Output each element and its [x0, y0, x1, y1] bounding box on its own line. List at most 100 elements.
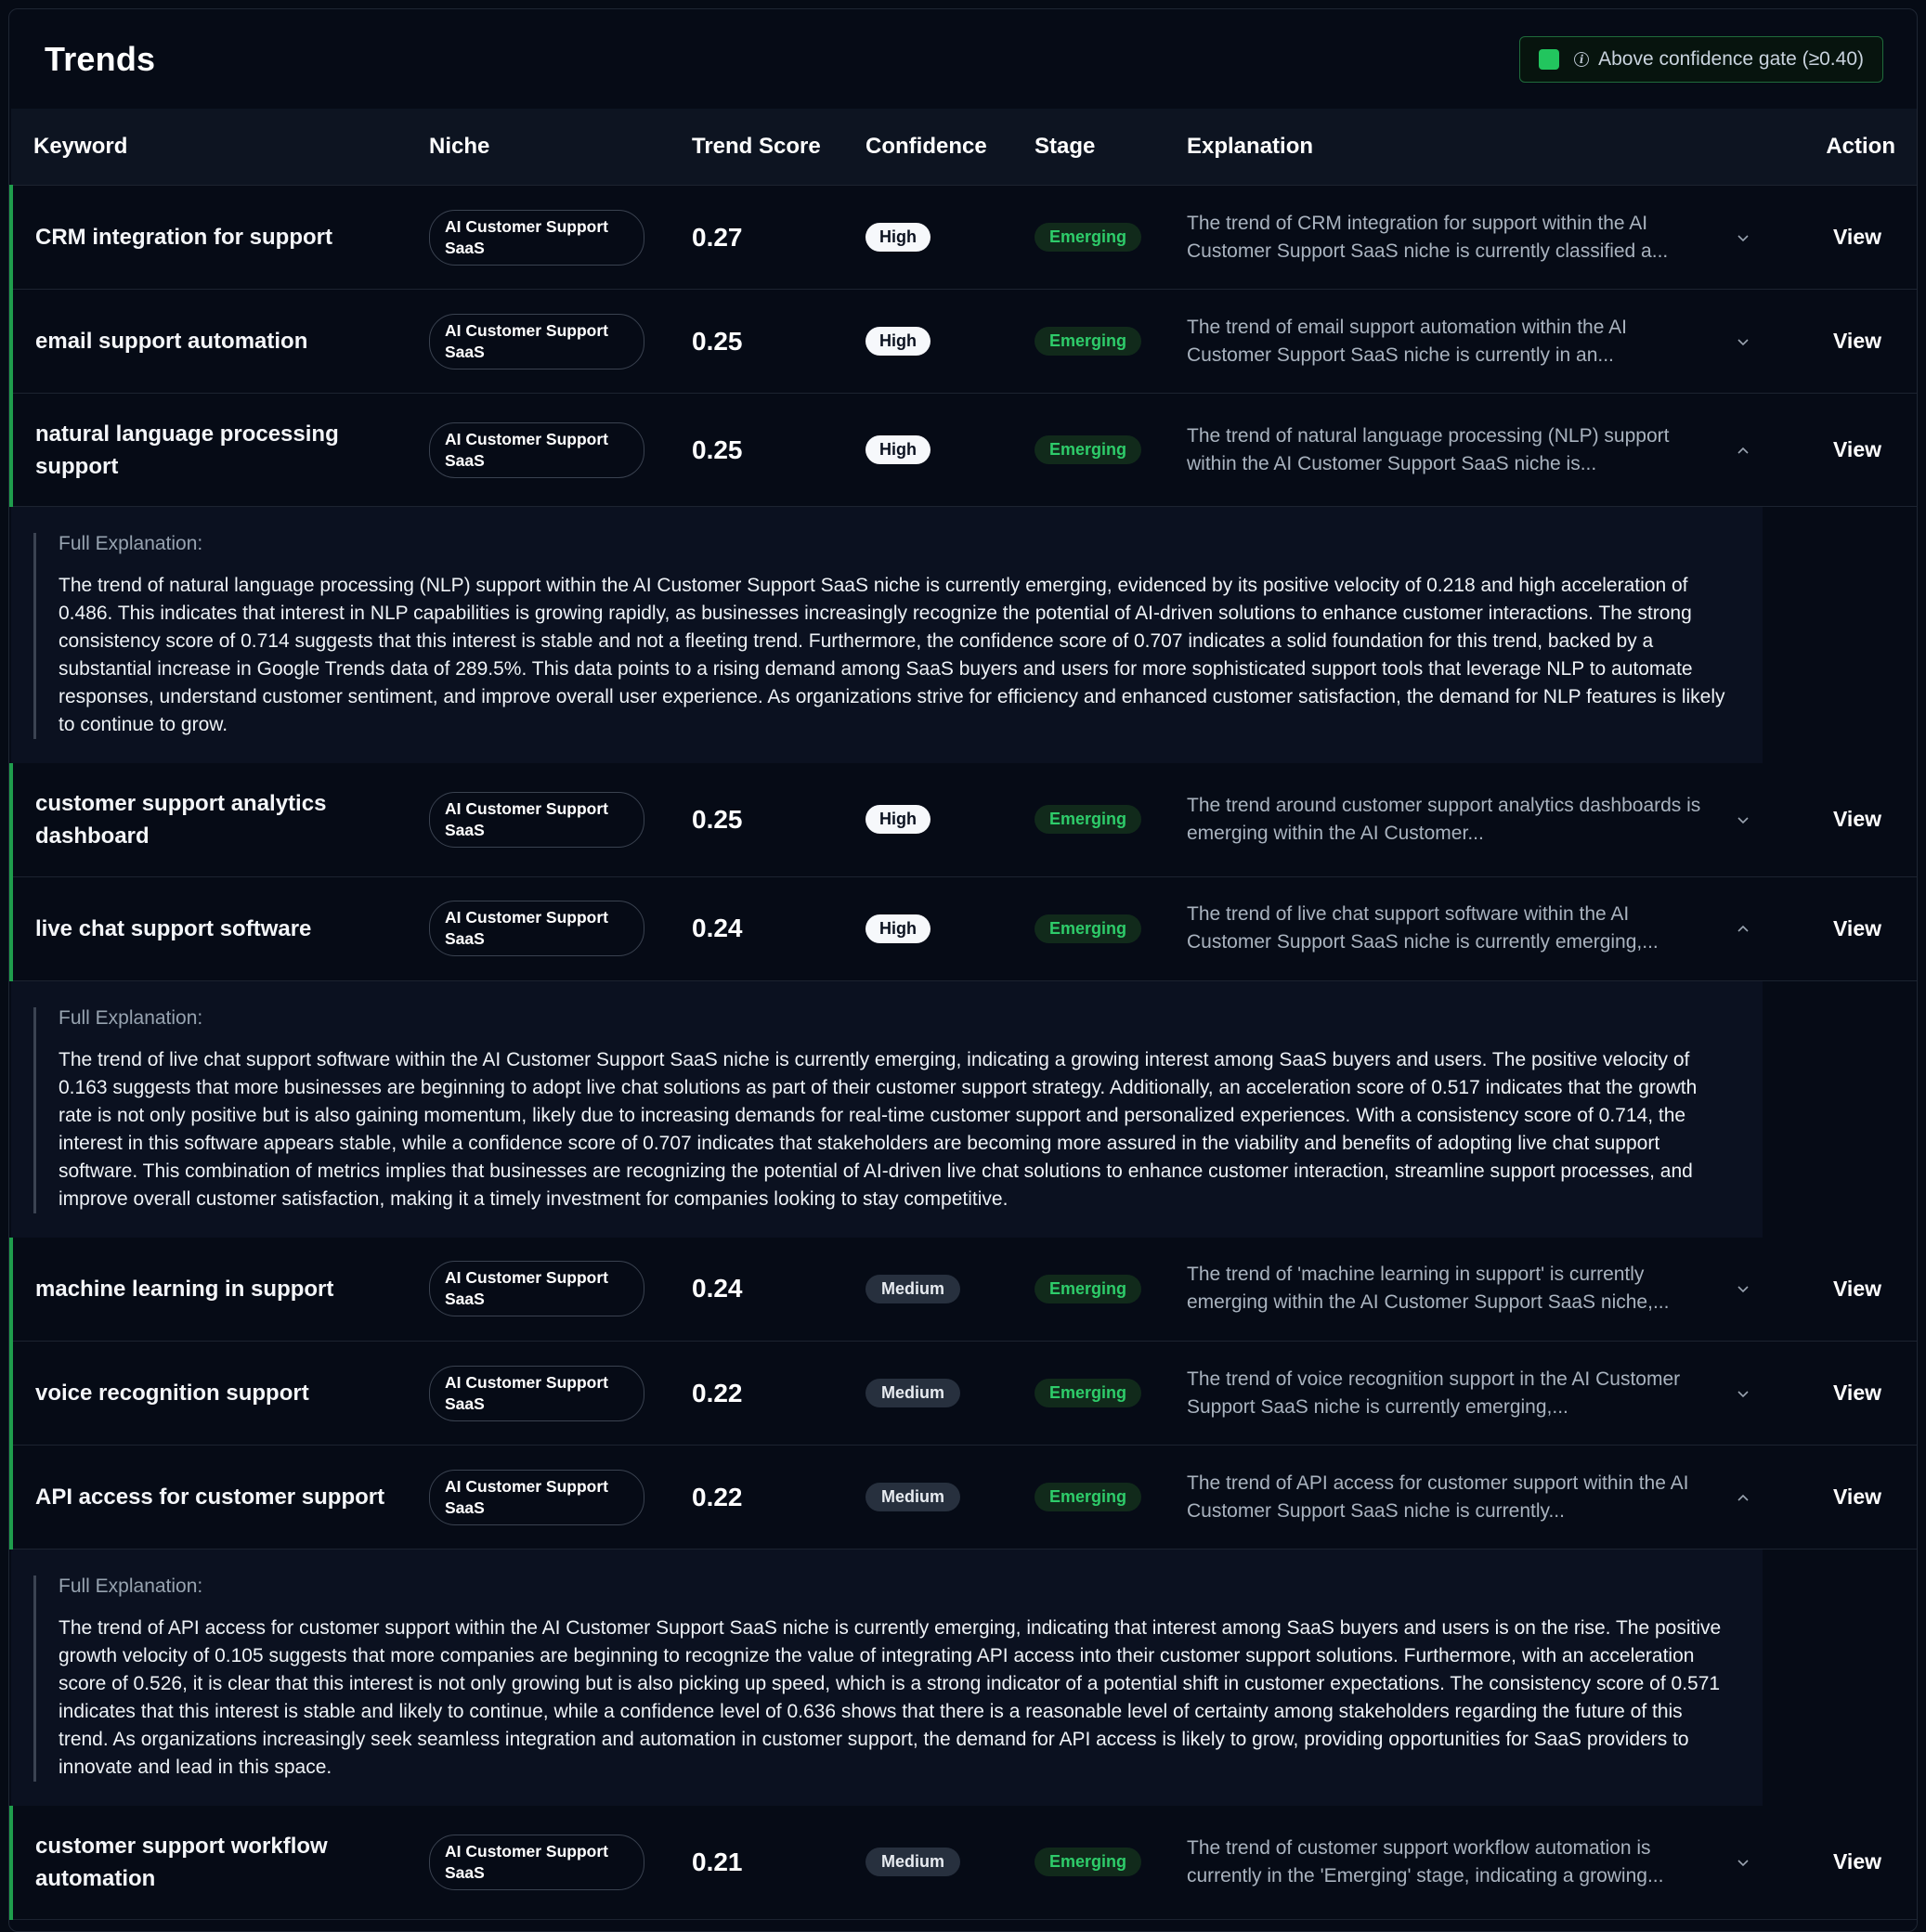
gate-label: Above confidence gate (≥0.40): [1598, 47, 1864, 70]
table-row[interactable]: natural language processing support AI Cu…: [9, 393, 1917, 507]
chevron-down-icon[interactable]: [1733, 1278, 1753, 1299]
view-button[interactable]: View: [1763, 393, 1917, 507]
column-header-keyword[interactable]: Keyword: [11, 109, 429, 186]
table-row[interactable]: voice recognition support AI Customer Sup…: [9, 1341, 1917, 1446]
view-button[interactable]: View: [1763, 1806, 1917, 1920]
stage-badge: Emerging: [1035, 1274, 1142, 1303]
view-button[interactable]: View: [1763, 763, 1917, 877]
confidence-gate-legend: i Above confidence gate (≥0.40): [1519, 35, 1883, 83]
chevron-down-icon[interactable]: [1733, 810, 1753, 830]
full-explanation-text: The trend of API access for customer sup…: [59, 1617, 1722, 1778]
keyword-cell: live chat support software: [9, 876, 429, 981]
niche-pill: AI Customer Support SaaS: [429, 209, 644, 266]
stage-badge: Emerging: [1035, 1379, 1142, 1407]
explanation-cell: The trend of voice recognition support i…: [1187, 1341, 1763, 1446]
stage-cell: Emerging: [1035, 289, 1187, 394]
chevron-down-icon[interactable]: [1733, 1852, 1753, 1873]
keyword-text: email support automation: [35, 329, 308, 354]
panel-title: Trends: [45, 39, 156, 78]
confidence-badge: High: [865, 805, 930, 835]
stage-badge: Emerging: [1035, 1483, 1142, 1511]
trend-score: 0.27: [692, 222, 743, 252]
column-header-explanation[interactable]: Explanation: [1187, 109, 1763, 186]
trend-score: 0.24: [692, 1274, 743, 1303]
table-row[interactable]: CRM integration for support AI Customer S…: [9, 185, 1917, 290]
table-row[interactable]: email support automation AI Customer Supp…: [9, 289, 1917, 394]
stage-badge: Emerging: [1035, 223, 1142, 252]
table-row[interactable]: customer support workflow automation AI C…: [9, 1806, 1917, 1920]
stage-cell: Emerging: [1035, 1237, 1187, 1342]
score-cell: 0.27: [692, 185, 865, 290]
keyword-cell: customer support analytics dashboard: [9, 763, 429, 877]
table-row[interactable]: live chat support software AI Customer Su…: [9, 876, 1917, 981]
niche-pill: AI Customer Support SaaS: [429, 1834, 644, 1890]
keyword-text: live chat support software: [35, 915, 312, 941]
niche-cell: AI Customer Support SaaS: [429, 1237, 692, 1342]
stage-cell: Emerging: [1035, 185, 1187, 290]
chevron-up-icon[interactable]: [1733, 440, 1753, 460]
confidence-cell: High: [865, 876, 1035, 981]
explanation-cell: The trend of live chat support software …: [1187, 876, 1763, 981]
stage-badge: Emerging: [1035, 805, 1142, 835]
chevron-down-icon[interactable]: [1733, 227, 1753, 248]
niche-cell: AI Customer Support SaaS: [429, 1806, 692, 1920]
column-header-action[interactable]: Action: [1763, 109, 1917, 186]
niche-pill: AI Customer Support SaaS: [429, 421, 644, 478]
chevron-down-icon[interactable]: [1733, 331, 1753, 352]
explanation-detail-cell: Full Explanation: The trend of API access…: [11, 1549, 1763, 1806]
keyword-text: machine learning in support: [35, 1276, 334, 1302]
view-button[interactable]: View: [1763, 185, 1917, 290]
table-row[interactable]: machine learning in support AI Customer S…: [9, 1237, 1917, 1342]
confidence-badge: High: [865, 223, 930, 252]
table-row[interactable]: API access for customer support AI Custom…: [9, 1445, 1917, 1549]
view-button[interactable]: View: [1763, 1341, 1917, 1446]
keyword-text: customer support analytics dashboard: [35, 790, 327, 849]
score-cell: 0.25: [692, 393, 865, 507]
niche-pill: AI Customer Support SaaS: [429, 1469, 644, 1525]
explanation-preview: The trend of voice recognition support i…: [1187, 1368, 1681, 1418]
explanation-detail-cell: Full Explanation: The trend of live chat …: [11, 980, 1763, 1238]
view-button[interactable]: View: [1763, 1237, 1917, 1342]
column-header-niche[interactable]: Niche: [429, 109, 692, 186]
detail-spacer: [1763, 1549, 1917, 1806]
keyword-cell: customer support workflow automation: [9, 1806, 429, 1920]
niche-pill: AI Customer Support SaaS: [429, 1365, 644, 1421]
view-button[interactable]: View: [1763, 289, 1917, 394]
explanation-preview: The trend of 'machine learning in suppor…: [1187, 1264, 1670, 1314]
niche-cell: AI Customer Support SaaS: [429, 289, 692, 394]
column-header-stage[interactable]: Stage: [1035, 109, 1187, 186]
keyword-cell: CRM integration for support: [9, 185, 429, 290]
panel-header: Trends i Above confidence gate (≥0.40): [9, 9, 1917, 109]
column-header-trend-score[interactable]: Trend Score: [692, 109, 865, 186]
trend-score: 0.25: [692, 804, 743, 834]
explanation-preview: The trend of email support automation wi…: [1187, 316, 1627, 366]
view-button[interactable]: View: [1763, 1445, 1917, 1549]
table-row[interactable]: customer support analytics dashboard AI C…: [9, 763, 1917, 877]
explanation-cell: The trend of natural language processing…: [1187, 393, 1763, 507]
confidence-cell: Medium: [865, 1237, 1035, 1342]
stage-cell: Emerging: [1035, 393, 1187, 507]
stage-cell: Emerging: [1035, 1806, 1187, 1920]
column-header-confidence[interactable]: Confidence: [865, 109, 1035, 186]
stage-badge: Emerging: [1035, 435, 1142, 464]
trend-score: 0.25: [692, 326, 743, 356]
stage-badge: Emerging: [1035, 327, 1142, 356]
keyword-text: customer support workflow automation: [35, 1833, 328, 1891]
keyword-cell: API access for customer support: [9, 1445, 429, 1549]
confidence-cell: Medium: [865, 1806, 1035, 1920]
chevron-up-icon[interactable]: [1733, 918, 1753, 939]
confidence-badge: Medium: [865, 1848, 961, 1877]
explanation-detail-row: Full Explanation: The trend of API access…: [11, 1549, 1917, 1806]
chevron-down-icon[interactable]: [1733, 1383, 1753, 1404]
score-cell: 0.24: [692, 876, 865, 981]
chevron-up-icon[interactable]: [1733, 1487, 1753, 1508]
keyword-cell: machine learning in support: [9, 1237, 429, 1342]
confidence-badge: Medium: [865, 1483, 961, 1511]
explanation-cell: The trend of customer support workflow a…: [1187, 1806, 1763, 1920]
niche-cell: AI Customer Support SaaS: [429, 1445, 692, 1549]
trend-score: 0.22: [692, 1378, 743, 1407]
explanation-preview: The trend of CRM integration for support…: [1187, 212, 1669, 262]
explanation-preview: The trend around customer support analyt…: [1187, 794, 1701, 844]
view-button[interactable]: View: [1763, 876, 1917, 981]
score-cell: 0.21: [692, 1806, 865, 1920]
